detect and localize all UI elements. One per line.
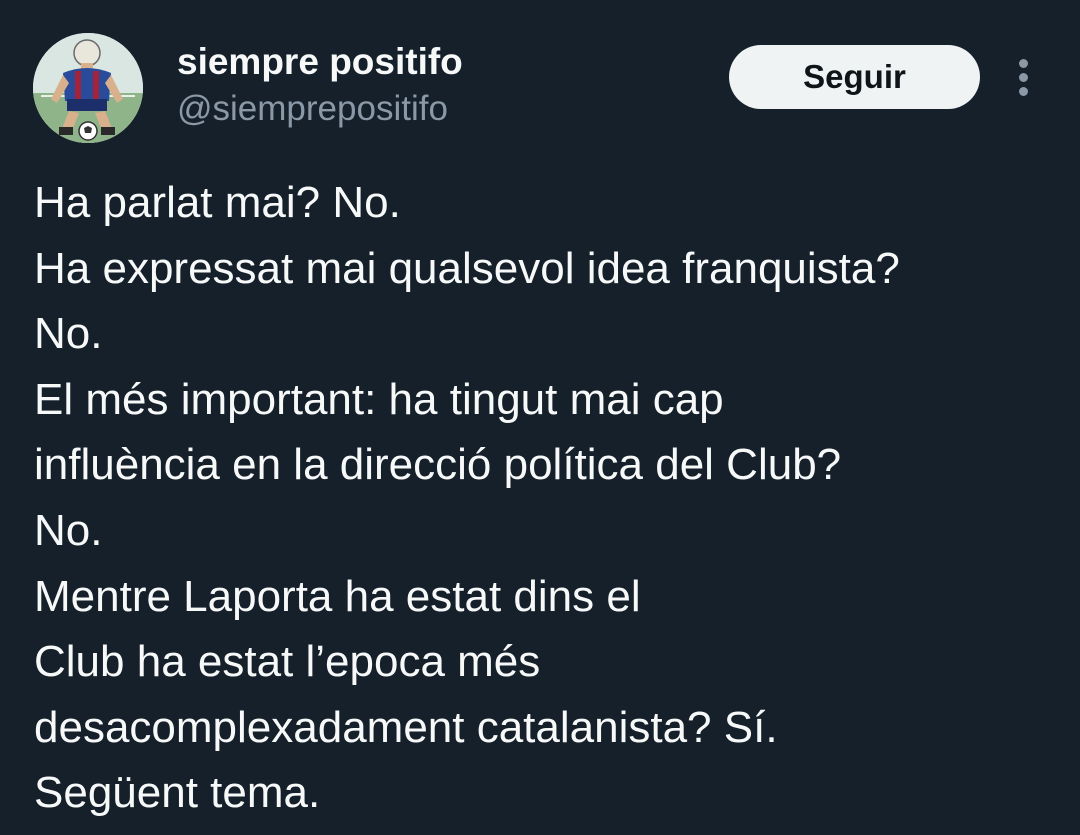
author-handle[interactable]: @siemprepositifo xyxy=(177,88,448,130)
tweet-text-line: desacomplexadament catalanista? Sí. xyxy=(34,702,778,752)
avatar[interactable] xyxy=(33,33,143,143)
more-options-button[interactable] xyxy=(1006,56,1042,100)
tweet-text-line: Ha expressat mai qualsevol idea franquis… xyxy=(34,243,900,293)
tweet-text-line: Mentre Laporta ha estat dins el xyxy=(34,571,641,621)
tweet-text-line: No. xyxy=(34,505,103,555)
tweet-text-line: Ha parlat mai? No. xyxy=(34,178,401,227)
tweet-text-line: Club ha estat l’epoca més xyxy=(34,637,541,687)
tweet-text-line: El més important: ha tingut mai cap xyxy=(34,374,724,424)
tweet-text-line: influència en la direcció política del C… xyxy=(34,440,842,490)
football-player-avatar-icon xyxy=(33,33,143,143)
follow-button[interactable]: Seguir xyxy=(729,45,980,109)
tweet-text: Ha parlat mai? No. Ha expressat mai qual… xyxy=(34,170,1064,826)
author-display-name[interactable]: siempre positifo xyxy=(177,40,463,84)
tweet-text-line: No. xyxy=(34,309,103,359)
tweet-text-line: Següent tema. xyxy=(34,768,321,818)
tweet-card: siempre positifo @siemprepositifo Seguir… xyxy=(0,0,1080,835)
